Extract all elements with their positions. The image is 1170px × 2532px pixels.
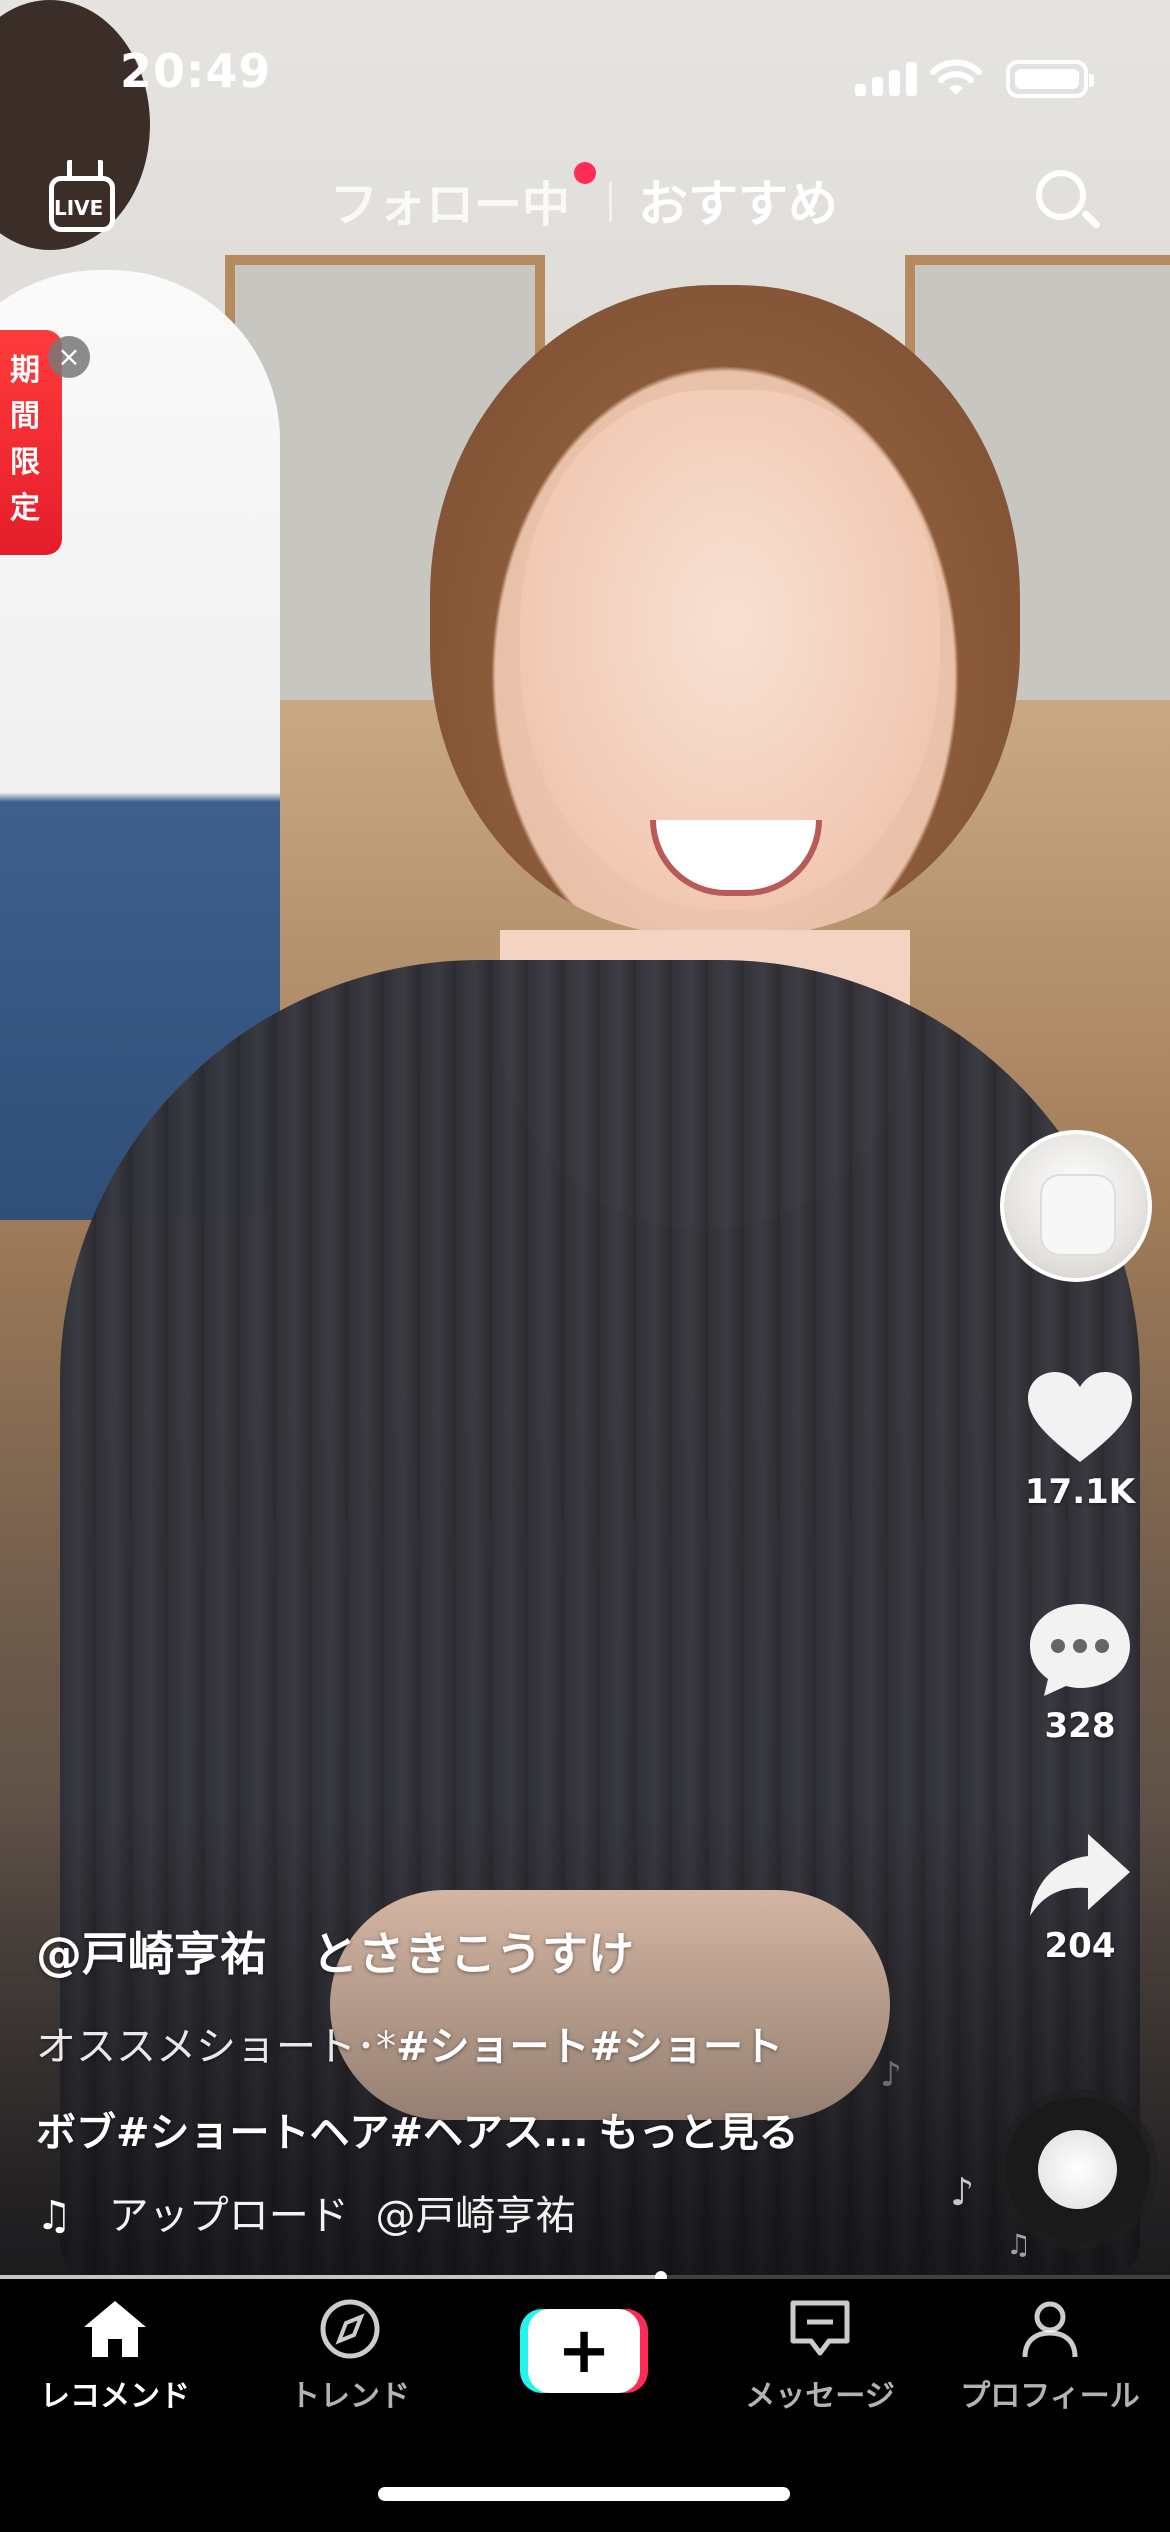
share-count: 204 <box>1044 1926 1116 1966</box>
floating-music-note-icon: ♫ <box>1006 2228 1032 2261</box>
comment-button[interactable]: 328 <box>1000 1600 1160 1746</box>
video-description[interactable]: オススメショート･*#ショート#ショート ボブ#ショートヘア#ヘアス... もっと… <box>36 2004 936 2176</box>
floating-music-note-icon: ♪ <box>950 2170 975 2214</box>
message-icon <box>785 2300 855 2365</box>
battery-icon <box>1006 60 1094 98</box>
share-button[interactable]: 204 <box>1000 1830 1160 1966</box>
nav-home[interactable]: レコメンド <box>5 2297 225 2415</box>
music-source: アップロード <box>108 2193 349 2239</box>
limited-time-badge[interactable]: 期間限定 × <box>0 330 90 560</box>
music-disc-button[interactable] <box>1005 2097 1150 2242</box>
see-more-link[interactable]: もっと見る <box>599 2110 799 2156</box>
home-indicator[interactable] <box>378 2487 790 2501</box>
tab-recommended[interactable]: おすすめ <box>638 164 838 236</box>
share-arrow-icon <box>1000 1830 1160 1920</box>
plus-icon: + <box>528 2309 640 2393</box>
nav-messages-label: メッセージ <box>745 2379 895 2414</box>
app-root: 20:49 LIVE フォロー中 おすすめ 期間限定 × 17.1K 328 2… <box>0 0 1170 2532</box>
music-info[interactable]: ♫ アップロード @戸崎亨祐 <box>36 2183 575 2241</box>
search-button[interactable] <box>1032 166 1104 238</box>
compass-icon <box>315 2299 385 2365</box>
video-caption: @戸崎亨祐 とさきこうすけ オススメショート･*#ショート#ショート ボブ#ショ… <box>36 1918 936 2176</box>
tab-following[interactable]: フォロー中 <box>330 165 570 235</box>
home-icon <box>80 2301 150 2365</box>
description-hashtags-line2[interactable]: ボブ#ショートヘア#ヘアス... <box>36 2110 589 2156</box>
tab-divider <box>609 182 612 222</box>
top-nav: LIVE フォロー中 おすすめ <box>0 150 1170 250</box>
profile-icon <box>1015 2301 1085 2365</box>
status-bar: 20:49 <box>0 0 1170 150</box>
like-button[interactable]: 17.1K <box>1000 1370 1160 1512</box>
music-note-icon: ♫ <box>36 2193 72 2239</box>
following-notification-dot <box>574 162 596 184</box>
music-author: @戸崎亨祐 <box>375 2193 576 2239</box>
feed-tabs: フォロー中 おすすめ <box>0 150 1170 250</box>
search-icon-handle <box>1080 209 1102 230</box>
create-button[interactable]: + <box>520 2309 648 2393</box>
nav-profile[interactable]: プロフィール <box>940 2297 1160 2415</box>
creator-avatar[interactable] <box>1000 1130 1152 1282</box>
comment-bubble-icon <box>1000 1600 1160 1700</box>
comment-count: 328 <box>1044 1706 1116 1746</box>
wifi-icon <box>930 58 982 98</box>
status-time: 20:49 <box>120 44 272 98</box>
limited-time-label: 期間限定 <box>10 353 40 526</box>
avatar-image <box>1040 1174 1116 1256</box>
nav-messages[interactable]: メッセージ <box>710 2297 930 2415</box>
nav-profile-label: プロフィール <box>960 2379 1140 2414</box>
cellular-signal-icon <box>855 62 917 96</box>
search-icon <box>1036 170 1086 220</box>
like-count: 17.1K <box>1024 1472 1136 1512</box>
description-hashtags-line1[interactable]: #ショート#ショート <box>396 2024 783 2070</box>
heart-icon <box>1000 1370 1160 1466</box>
description-text: オススメショート･* <box>36 2024 396 2070</box>
nav-trend-label: トレンド <box>290 2379 410 2414</box>
nav-trend[interactable]: トレンド <box>240 2297 460 2415</box>
creator-username[interactable]: @戸崎亨祐 とさきこうすけ <box>36 1918 936 1984</box>
nav-home-label: レコメンド <box>40 2379 190 2414</box>
close-icon[interactable]: × <box>48 336 90 378</box>
music-disc-cover <box>1038 2130 1117 2209</box>
